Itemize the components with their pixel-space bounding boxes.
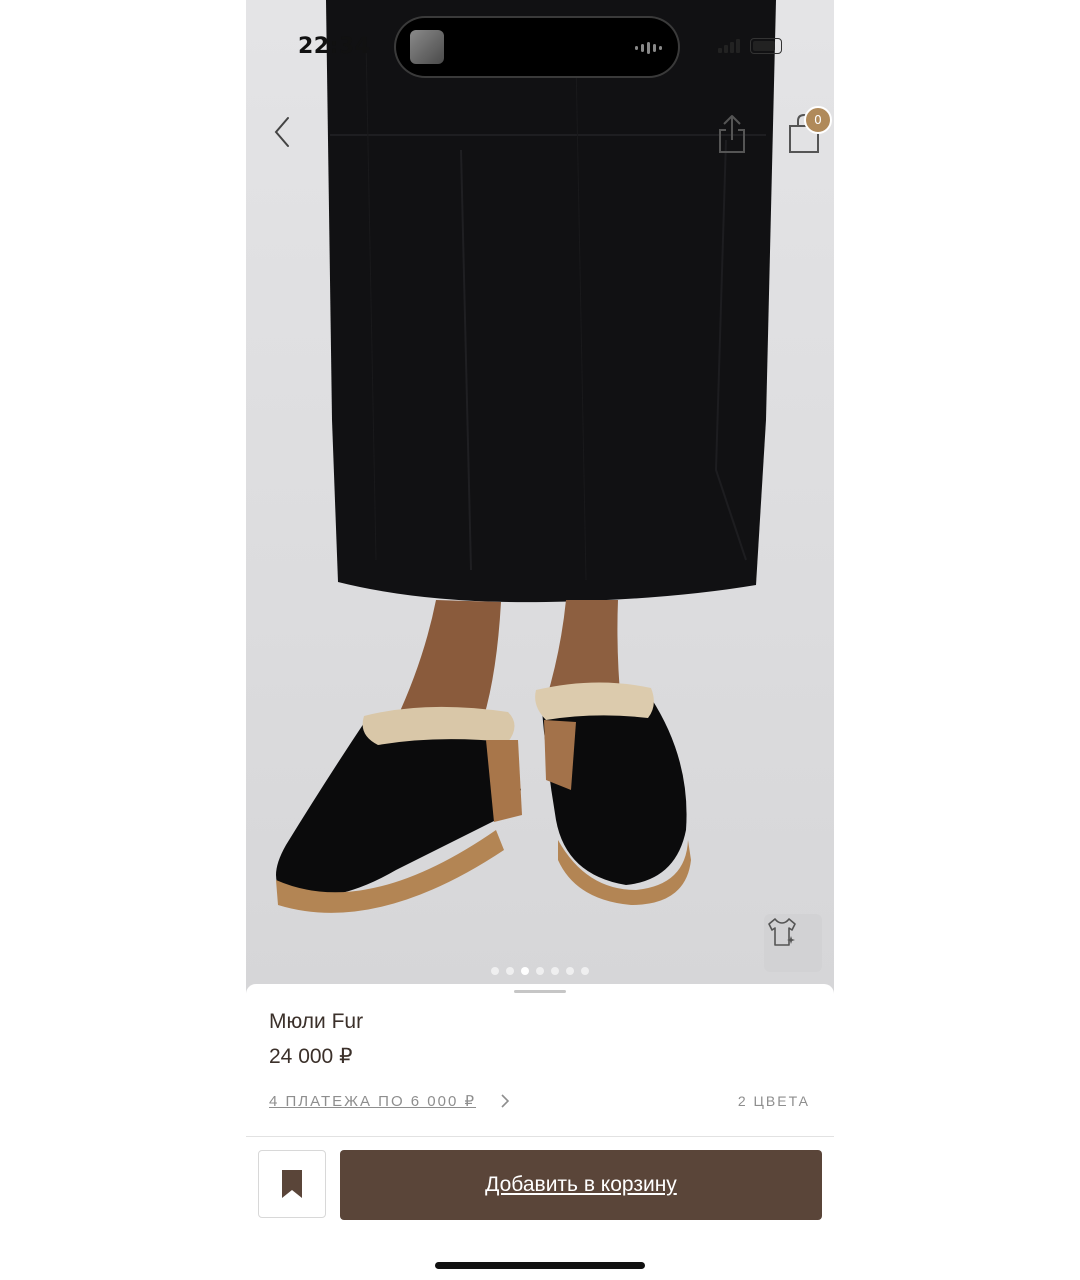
add-to-cart-button[interactable]: Добавить в корзину xyxy=(340,1150,822,1220)
dynamic-island[interactable] xyxy=(396,18,678,76)
pagination-dot[interactable] xyxy=(551,967,559,975)
pagination-dot[interactable] xyxy=(536,967,544,975)
pagination-dot[interactable] xyxy=(581,967,589,975)
favorite-button[interactable] xyxy=(258,1150,326,1218)
product-title: Мюли Fur xyxy=(269,1010,364,1033)
divider xyxy=(246,1136,834,1137)
battery-icon xyxy=(750,38,782,54)
signal-icon xyxy=(718,39,740,53)
product-image[interactable]: 22:34 0 xyxy=(246,0,834,1000)
product-price: 24 000 ₽ xyxy=(269,1045,353,1068)
status-time: 22:34 xyxy=(298,34,371,59)
share-icon xyxy=(719,115,745,153)
share-button[interactable] xyxy=(712,112,752,156)
product-screen: 22:34 0 Мюли Fur 24 000 ₽ 4 ПЛАТЕЖА ПО 6… xyxy=(246,0,834,1280)
colors-count[interactable]: 2 ЦВЕТА xyxy=(738,1093,810,1109)
audio-waveform-icon xyxy=(635,42,662,54)
cart-count-badge: 0 xyxy=(804,106,832,134)
product-info-sheet: Мюли Fur 24 000 ₽ 4 ПЛАТЕЖА ПО 6 000 ₽ 2… xyxy=(246,984,834,1280)
status-indicators xyxy=(718,38,782,54)
home-indicator[interactable] xyxy=(435,1262,645,1269)
pagination-dot[interactable] xyxy=(491,967,499,975)
pagination-dot[interactable] xyxy=(566,967,574,975)
gallery-pagination xyxy=(246,967,834,975)
bookmark-icon xyxy=(282,1170,302,1198)
sheet-drag-handle[interactable] xyxy=(514,990,566,993)
virtual-tryon-button[interactable] xyxy=(764,914,822,972)
pagination-dot[interactable] xyxy=(506,967,514,975)
installments-link[interactable]: 4 ПЛАТЕЖА ПО 6 000 ₽ xyxy=(269,1092,476,1110)
tshirt-sparkle-icon xyxy=(768,918,796,946)
chevron-left-icon xyxy=(274,117,289,147)
pagination-dot-active[interactable] xyxy=(521,967,529,975)
now-playing-artwork xyxy=(410,30,444,64)
back-button[interactable] xyxy=(264,112,304,152)
chevron-right-icon xyxy=(501,1094,510,1108)
